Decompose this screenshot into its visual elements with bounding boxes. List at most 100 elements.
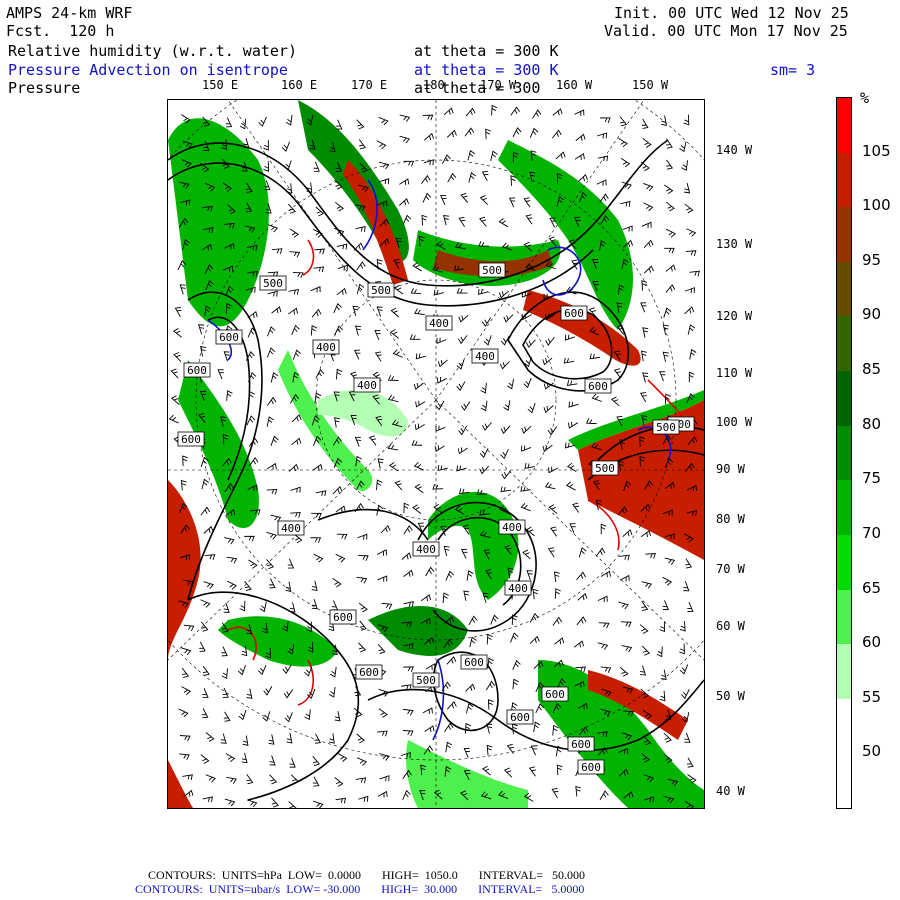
wind-barb <box>270 435 279 447</box>
wind-barb <box>480 400 488 412</box>
wind-barb <box>328 733 335 744</box>
wind-barb <box>377 730 388 737</box>
wind-barb <box>421 214 428 226</box>
wind-barb <box>285 114 293 126</box>
wind-barb <box>573 640 584 648</box>
wind-barb <box>374 330 381 341</box>
wind-barb <box>315 368 325 379</box>
wind-barb <box>532 588 539 600</box>
wind-barb <box>223 537 235 545</box>
contour-label-text: 600 <box>464 656 484 669</box>
wind-barb <box>463 747 470 758</box>
wind-barb <box>174 306 182 318</box>
wind-barb <box>354 436 362 447</box>
wind-barb <box>201 478 209 490</box>
wind-barb <box>246 688 253 699</box>
wind-barb <box>377 790 388 798</box>
wind-barb <box>244 581 252 592</box>
wind-barb <box>621 645 633 653</box>
wind-barb <box>422 192 432 203</box>
wind-barb <box>684 732 691 743</box>
field2-level: at theta = 300 K <box>414 61 559 79</box>
wind-barb <box>479 216 487 227</box>
wind-barb <box>552 616 563 626</box>
wind-barb <box>485 128 491 140</box>
wind-barb <box>547 426 558 436</box>
wind-barb <box>178 708 189 718</box>
wind-barb <box>443 107 454 116</box>
wind-barb <box>486 744 493 756</box>
wind-barb <box>332 485 343 495</box>
wind-barb <box>334 777 344 787</box>
wind-barb <box>356 757 368 766</box>
wind-barb <box>269 755 276 766</box>
wind-barb <box>199 641 206 652</box>
wind-barb <box>333 302 342 314</box>
contour-label: 600 <box>584 378 612 394</box>
wind-barb <box>662 351 669 363</box>
wind-barb <box>292 349 302 360</box>
wind-barb <box>248 559 258 569</box>
wind-barb <box>286 733 293 744</box>
latitude-label: 40 W <box>716 784 745 798</box>
contour-label: 600 <box>177 431 205 447</box>
contour-label: 600 <box>541 686 569 702</box>
field2-name: Pressure Advection on isentrope <box>8 61 288 79</box>
wind-barb <box>662 576 673 586</box>
wind-barb <box>597 155 609 162</box>
wind-barb <box>359 620 367 631</box>
wind-barb <box>379 775 390 782</box>
field3-name: Pressure <box>8 79 81 97</box>
wind-barb <box>271 248 283 255</box>
wind-barb <box>665 138 673 149</box>
wind-barb <box>523 377 532 389</box>
wind-barb <box>197 324 205 335</box>
contour-label-text: 500 <box>416 674 436 687</box>
wind-barb <box>242 735 249 746</box>
contour-label-text: 600 <box>187 364 207 377</box>
wind-barb <box>409 334 421 340</box>
wind-barb <box>283 689 294 699</box>
wind-barb <box>574 153 585 160</box>
colorbar-segment <box>837 644 851 700</box>
wind-barb <box>486 723 493 734</box>
wind-barb <box>311 512 322 519</box>
rh-band <box>368 606 468 656</box>
latitude-label: 140 W <box>716 143 753 157</box>
wind-barb <box>244 535 255 542</box>
contour-label: 600 <box>567 736 595 752</box>
contour-label-text: 500 <box>263 277 283 290</box>
colorbar-unit: % <box>860 89 870 107</box>
wind-barb <box>378 161 390 170</box>
wind-barb <box>530 745 538 756</box>
wind-barb <box>464 722 472 734</box>
wind-barb <box>437 465 448 472</box>
wind-barb <box>490 150 498 162</box>
wind-barb <box>220 733 227 744</box>
wind-barb <box>399 114 411 122</box>
wind-barb <box>498 290 509 299</box>
wind-barb <box>641 118 649 129</box>
wind-barb <box>311 308 322 318</box>
contour-label-text: 600 <box>588 380 608 393</box>
wind-barb <box>403 502 410 514</box>
longitude-label: 180 <box>423 78 445 92</box>
wind-barb <box>411 439 423 446</box>
wind-barb <box>259 601 267 613</box>
wind-barb <box>619 667 629 677</box>
contour-label-text: 400 <box>316 341 336 354</box>
wind-barb <box>543 405 554 414</box>
wind-barb <box>552 108 563 116</box>
wind-barb <box>290 511 301 518</box>
wind-barb <box>266 396 277 406</box>
wind-barb <box>437 359 448 368</box>
wind-barb <box>500 486 511 493</box>
wind-barb <box>563 357 575 364</box>
wind-barb <box>457 447 468 455</box>
wind-barb <box>506 743 515 754</box>
wind-barb <box>550 526 558 537</box>
wind-barb <box>358 602 368 613</box>
wind-barb <box>334 417 340 428</box>
colorbar-segment <box>837 316 851 372</box>
wind-barb <box>387 375 399 381</box>
